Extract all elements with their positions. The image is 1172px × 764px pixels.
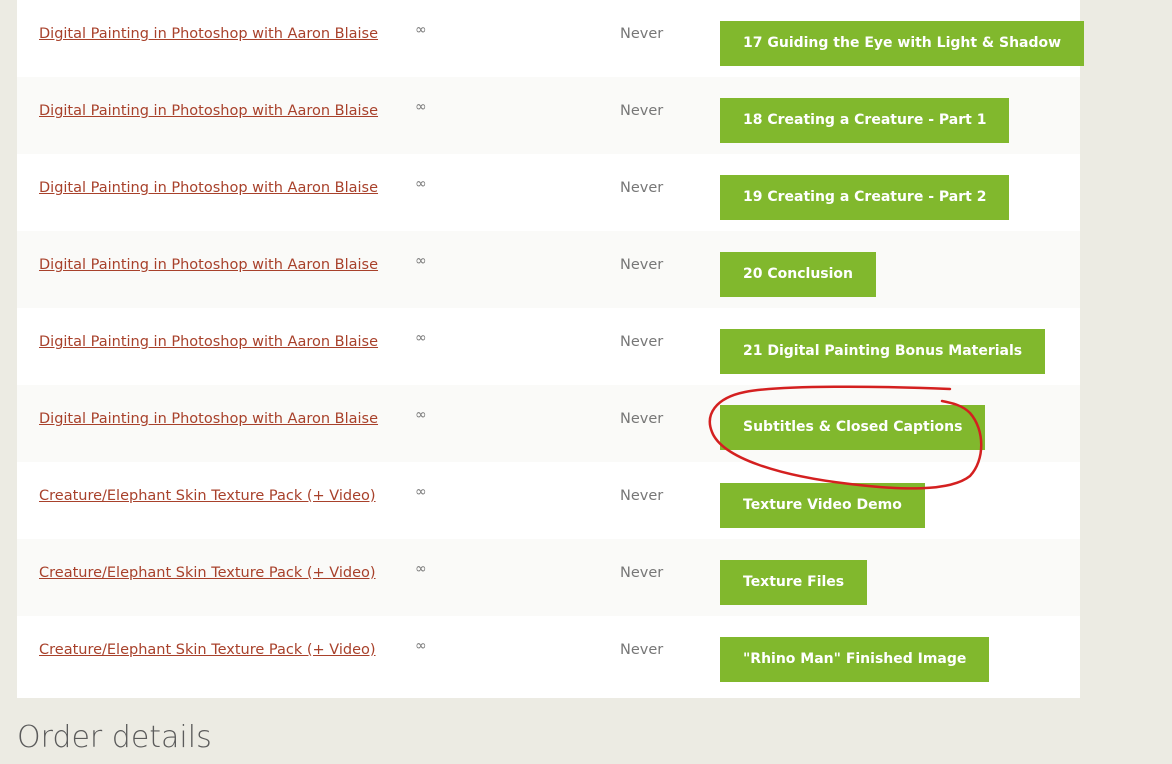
downloads-remaining: ∞ — [415, 176, 427, 192]
downloads-remaining: ∞ — [415, 99, 427, 115]
table-row: Creature/Elephant Skin Texture Pack (+ V… — [17, 616, 1080, 693]
table-row: Creature/Elephant Skin Texture Pack (+ V… — [17, 462, 1080, 539]
downloads-remaining: ∞ — [415, 638, 427, 654]
downloads-table: Digital Painting in Photoshop with Aaron… — [17, 0, 1085, 698]
product-link[interactable]: Digital Painting in Photoshop with Aaron… — [39, 411, 378, 427]
product-link[interactable]: Creature/Elephant Skin Texture Pack (+ V… — [39, 565, 376, 581]
downloads-remaining: ∞ — [415, 330, 427, 346]
download-button[interactable]: 21 Digital Painting Bonus Materials — [720, 329, 1046, 374]
downloads-remaining: ∞ — [415, 407, 427, 423]
table-row: Digital Painting in Photoshop with Aaron… — [17, 77, 1080, 154]
expires-value: Never — [620, 103, 664, 119]
downloads-remaining: ∞ — [415, 253, 427, 269]
downloads-remaining: ∞ — [415, 484, 427, 500]
table-row: Digital Painting in Photoshop with Aaron… — [17, 154, 1080, 231]
download-button[interactable]: 19 Creating a Creature - Part 2 — [720, 175, 1010, 220]
expires-value: Never — [620, 257, 664, 273]
product-link[interactable]: Digital Painting in Photoshop with Aaron… — [39, 103, 378, 119]
table-row: Creature/Elephant Skin Texture Pack (+ V… — [17, 539, 1080, 616]
table-row: Digital Painting in Photoshop with Aaron… — [17, 308, 1080, 385]
product-link[interactable]: Digital Painting in Photoshop with Aaron… — [39, 26, 378, 42]
product-link[interactable]: Digital Painting in Photoshop with Aaron… — [39, 334, 378, 350]
download-button[interactable]: Texture Files — [720, 560, 868, 605]
expires-value: Never — [620, 26, 664, 42]
product-link[interactable]: Creature/Elephant Skin Texture Pack (+ V… — [39, 642, 376, 658]
product-link[interactable]: Digital Painting in Photoshop with Aaron… — [39, 180, 378, 196]
download-button[interactable]: 17 Guiding the Eye with Light & Shadow — [720, 21, 1085, 66]
expires-value: Never — [620, 565, 664, 581]
order-details-heading: Order details — [17, 720, 212, 755]
expires-value: Never — [620, 642, 664, 658]
product-link[interactable]: Creature/Elephant Skin Texture Pack (+ V… — [39, 488, 376, 504]
expires-value: Never — [620, 334, 664, 350]
expires-value: Never — [620, 488, 664, 504]
download-button[interactable]: "Rhino Man" Finished Image — [720, 637, 990, 682]
expires-value: Never — [620, 411, 664, 427]
download-button[interactable]: Subtitles & Closed Captions — [720, 405, 986, 450]
table-row: Digital Painting in Photoshop with Aaron… — [17, 231, 1080, 308]
product-link[interactable]: Digital Painting in Photoshop with Aaron… — [39, 257, 378, 273]
table-row: Digital Painting in Photoshop with Aaron… — [17, 385, 1080, 462]
downloads-remaining: ∞ — [415, 561, 427, 577]
download-button[interactable]: Texture Video Demo — [720, 483, 925, 528]
downloads-remaining: ∞ — [415, 22, 427, 38]
download-button[interactable]: 20 Conclusion — [720, 252, 876, 297]
download-button[interactable]: 18 Creating a Creature - Part 1 — [720, 98, 1010, 143]
expires-value: Never — [620, 180, 664, 196]
table-row: Digital Painting in Photoshop with Aaron… — [17, 0, 1085, 77]
